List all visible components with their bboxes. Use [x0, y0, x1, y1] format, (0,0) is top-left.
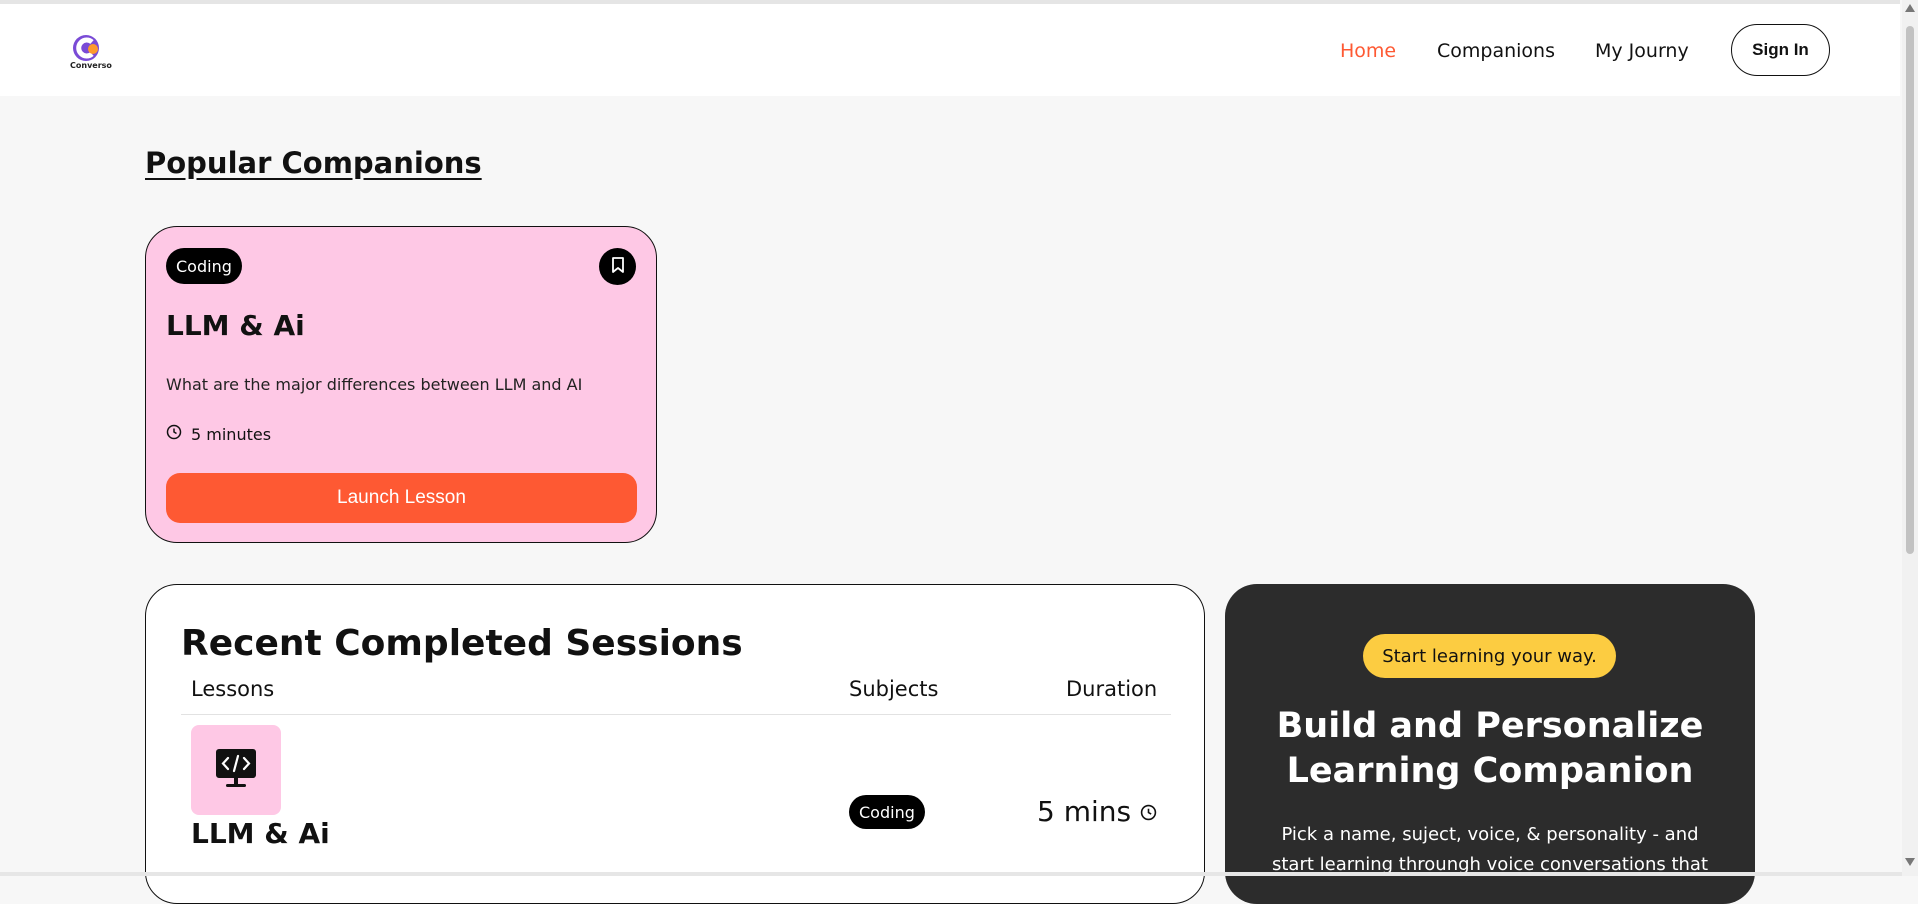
- recent-sessions-title: Recent Completed Sessions: [181, 623, 743, 664]
- cta-badge: Start learning your way.: [1363, 634, 1616, 678]
- companion-duration: 5 minutes: [166, 424, 271, 444]
- cta-title-line-2: Learning Companion: [1286, 751, 1694, 791]
- scroll-down-arrow-icon[interactable]: [1905, 858, 1915, 866]
- companion-description: What are the major differences between L…: [166, 375, 583, 394]
- nav-home[interactable]: Home: [1340, 40, 1396, 62]
- lesson-icon-tile: [191, 725, 281, 815]
- nav-my-journy[interactable]: My Journy: [1595, 40, 1689, 62]
- navbar: Converso Home Companions My Journy Sign …: [0, 4, 1900, 96]
- code-monitor-icon: [213, 745, 259, 795]
- cta-panel: Start learning your way. Build and Perso…: [1225, 584, 1755, 904]
- sign-in-button[interactable]: Sign In: [1731, 24, 1830, 76]
- launch-lesson-button[interactable]: Launch Lesson: [166, 473, 637, 523]
- cta-description: Pick a name, suject, voice, & personalit…: [1225, 820, 1755, 880]
- horizontal-scrollbar[interactable]: [0, 872, 1902, 876]
- scroll-thumb[interactable]: [1906, 26, 1914, 554]
- lesson-name: LLM & Ai: [191, 817, 330, 850]
- clock-icon: [166, 424, 182, 444]
- companion-card: Coding LLM & Ai What are the major diffe…: [145, 226, 657, 543]
- header-divider: [181, 714, 1171, 715]
- cta-title: Build and Personalize Learning Companion: [1225, 704, 1755, 794]
- popular-companions-title: Popular Companions: [145, 146, 482, 180]
- clock-icon: [1140, 795, 1157, 828]
- recent-sessions-panel: Recent Completed Sessions Lessons Subjec…: [145, 584, 1205, 904]
- bookmark-button[interactable]: [599, 248, 636, 285]
- logo-text: Converso: [70, 61, 112, 70]
- companion-title: LLM & Ai: [166, 309, 305, 342]
- vertical-scrollbar[interactable]: [1902, 0, 1918, 876]
- bookmark-icon: [610, 256, 626, 278]
- scroll-up-arrow-icon[interactable]: [1905, 4, 1915, 12]
- header-duration: Duration: [1066, 677, 1158, 701]
- lesson-duration: 5 mins: [1037, 795, 1157, 828]
- lesson-subject-badge: Coding: [849, 795, 925, 829]
- subject-badge: Coding: [166, 248, 242, 284]
- cta-description-line-1: Pick a name, suject, voice, & personalit…: [1281, 824, 1699, 845]
- cta-title-line-1: Build and Personalize: [1276, 706, 1704, 746]
- header-subjects: Subjects: [849, 677, 939, 701]
- header-lessons: Lessons: [191, 677, 275, 701]
- lesson-duration-text: 5 mins: [1037, 795, 1132, 828]
- duration-text: 5 minutes: [191, 424, 272, 444]
- nav-companions[interactable]: Companions: [1437, 40, 1555, 62]
